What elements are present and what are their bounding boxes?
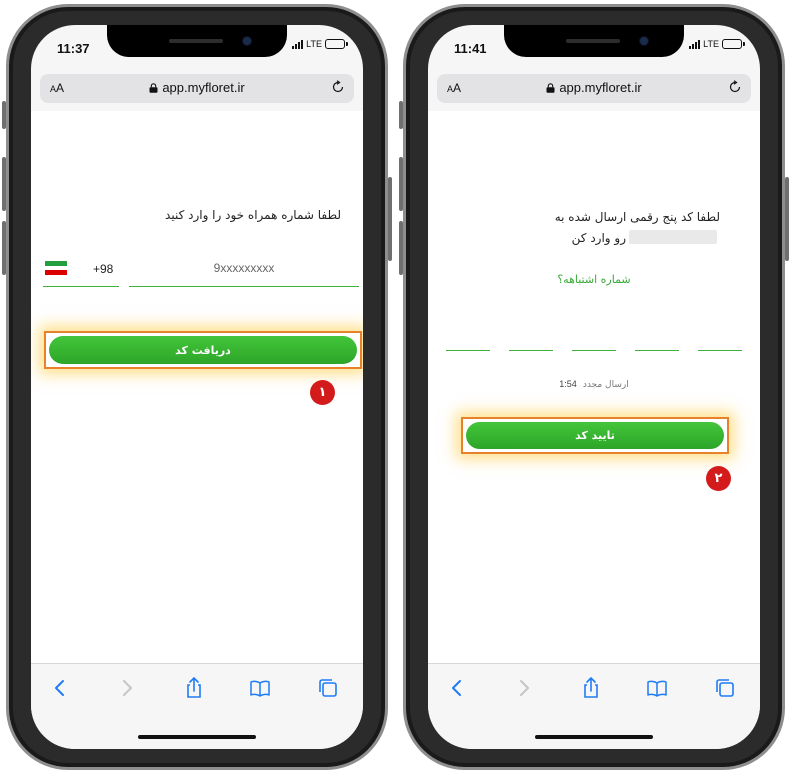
share-button[interactable]: [182, 676, 206, 700]
resend-label[interactable]: ارسال مجدد: [583, 380, 629, 390]
signal-icon: [689, 39, 701, 49]
share-icon: [187, 676, 201, 698]
step-badge-1: ۱: [310, 380, 335, 405]
status-time: 11:37: [57, 41, 90, 56]
phone-frame-left: 11:37 LTE AA app.myfloret.ir لطفا شماره …: [2, 4, 392, 770]
screen-left: 11:37 LTE AA app.myfloret.ir لطفا شماره …: [31, 25, 363, 749]
phone-frame-right: 11:41 LTE AA app.myfloret.ir لطفا کد پنج…: [399, 4, 789, 770]
camera-icon: [243, 37, 251, 45]
notch: [107, 25, 287, 57]
signal-icon: [292, 39, 304, 49]
status-time: 11:41: [454, 41, 487, 56]
back-icon: [452, 680, 461, 696]
resend-timer: 1:54: [559, 379, 577, 389]
network-label: LTE: [703, 39, 719, 49]
otp-digit-input[interactable]: [572, 333, 616, 351]
iran-flag-icon: [45, 261, 67, 275]
home-indicator[interactable]: [535, 735, 653, 739]
back-icon: [55, 680, 64, 696]
camera-icon: [640, 37, 648, 45]
tabs-button[interactable]: [713, 676, 737, 700]
phone-instruction: لطفا شماره همراه خود را وارد کنید: [165, 208, 341, 222]
otp-digit-input[interactable]: [635, 333, 679, 351]
country-code-underline: [43, 286, 119, 287]
volume-up-button: [399, 157, 403, 211]
url-bar[interactable]: AA app.myfloret.ir: [40, 74, 354, 103]
wrong-number-link[interactable]: شماره اشتباهه؟: [428, 273, 760, 286]
bookmarks-button[interactable]: [645, 676, 669, 700]
otp-instruction-line1: لطفا کد پنج رقمی ارسال شده به: [554, 210, 720, 224]
reload-icon[interactable]: [331, 80, 345, 94]
screen-right: 11:41 LTE AA app.myfloret.ir لطفا کد پنج…: [428, 25, 760, 749]
share-icon: [584, 676, 598, 698]
phone-number-input[interactable]: [129, 255, 359, 281]
power-button: [785, 177, 789, 261]
mute-switch: [399, 101, 403, 129]
bookmarks-icon: [250, 680, 270, 697]
url-text[interactable]: app.myfloret.ir: [437, 80, 751, 95]
lock-icon: [149, 83, 158, 93]
otp-input-row: [446, 333, 742, 351]
forward-button[interactable]: [512, 676, 536, 700]
otp-instruction-line2: رو وارد کن: [572, 230, 720, 245]
otp-digit-input[interactable]: [446, 333, 490, 351]
page-content: لطفا کد پنج رقمی ارسال شده به رو وارد کن…: [428, 111, 760, 663]
back-button[interactable]: [48, 676, 72, 700]
safari-toolbar: [31, 663, 363, 749]
url-bar[interactable]: AA app.myfloret.ir: [437, 74, 751, 103]
battery-icon: [325, 39, 348, 49]
tabs-icon: [716, 679, 734, 697]
tabs-button[interactable]: [316, 676, 340, 700]
volume-up-button: [2, 157, 6, 211]
mute-switch: [2, 101, 6, 129]
power-button: [388, 177, 392, 261]
url-text[interactable]: app.myfloret.ir: [40, 80, 354, 95]
tabs-icon: [319, 679, 337, 697]
bookmarks-icon: [647, 680, 667, 697]
volume-down-button: [399, 221, 403, 275]
phone-input-underline: [129, 286, 359, 287]
resend-row: ارسال مجدد 1:54: [428, 379, 760, 390]
country-code: +98: [93, 262, 114, 276]
otp-digit-input[interactable]: [509, 333, 553, 351]
get-code-button[interactable]: دریافت کد: [49, 336, 357, 364]
forward-icon: [123, 680, 132, 696]
safari-toolbar: [428, 663, 760, 749]
home-indicator[interactable]: [138, 735, 256, 739]
lock-icon: [546, 83, 555, 93]
page-content: لطفا شماره همراه خود را وارد کنید +98 در…: [31, 111, 363, 663]
reload-icon[interactable]: [728, 80, 742, 94]
confirm-code-button[interactable]: تایید کد: [466, 422, 724, 449]
volume-down-button: [2, 221, 6, 275]
otp-digit-input[interactable]: [698, 333, 742, 351]
battery-icon: [722, 39, 745, 49]
back-button[interactable]: [445, 676, 469, 700]
step-badge-2: ۲: [706, 466, 731, 491]
forward-icon: [520, 680, 529, 696]
notch: [504, 25, 684, 57]
bookmarks-button[interactable]: [248, 676, 272, 700]
masked-phone-number: [629, 230, 717, 244]
network-label: LTE: [306, 39, 322, 49]
share-button[interactable]: [579, 676, 603, 700]
forward-button[interactable]: [115, 676, 139, 700]
